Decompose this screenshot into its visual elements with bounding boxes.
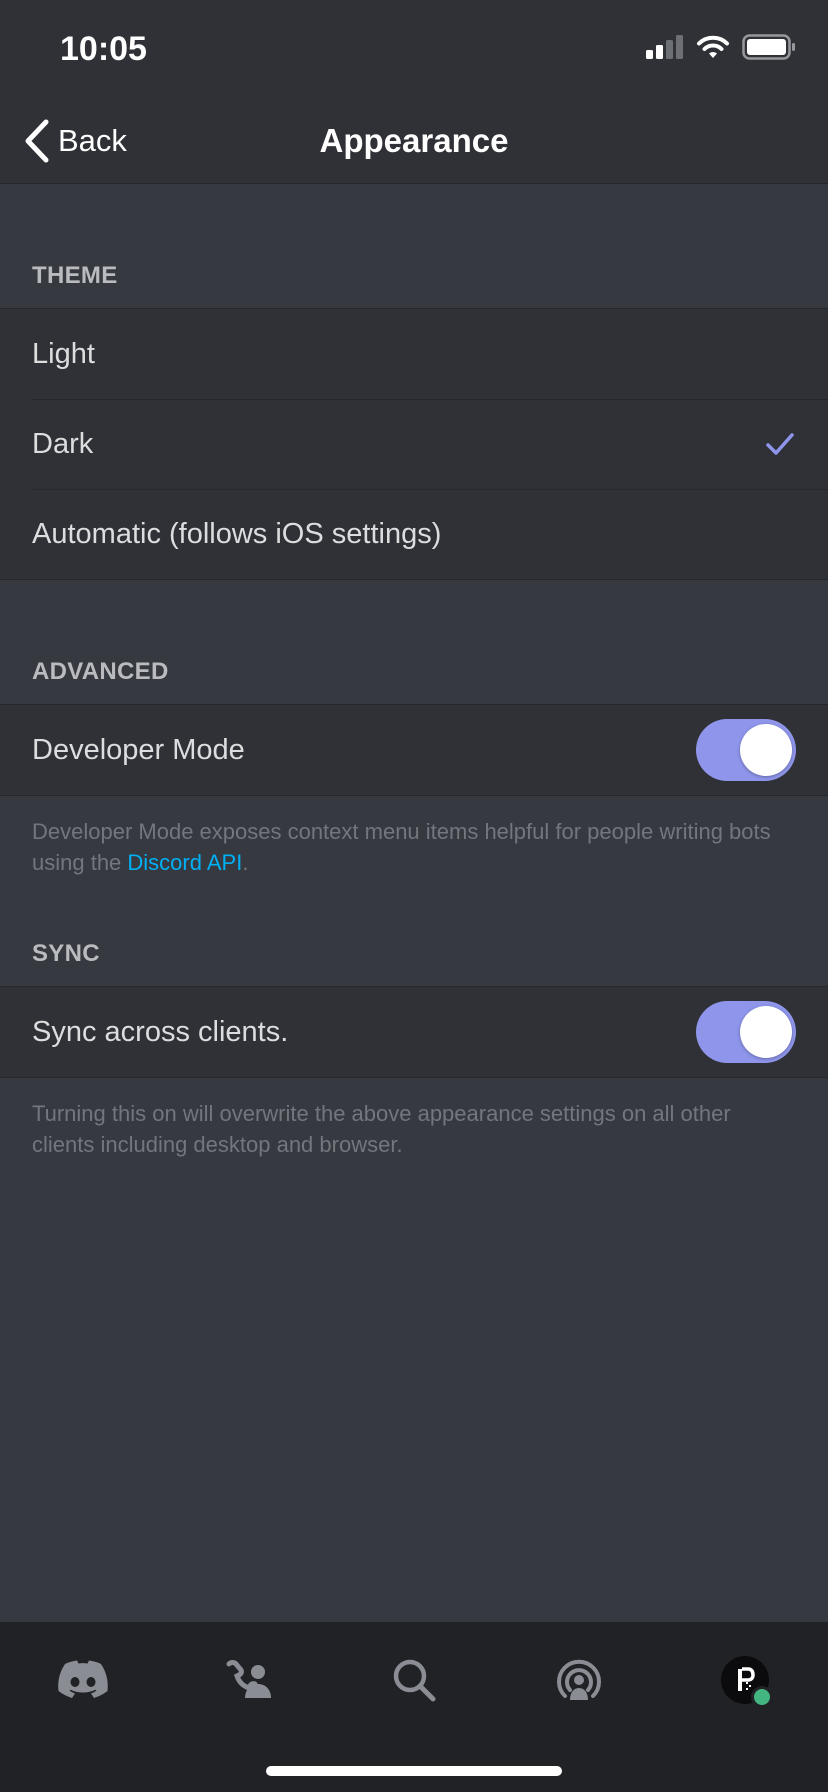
theme-option-light[interactable]: Light: [0, 309, 828, 399]
sync-across-clients-toggle[interactable]: [696, 1001, 796, 1063]
navigation-bar: Back Appearance: [0, 100, 828, 184]
sync-description: Turning this on will overwrite the above…: [32, 1101, 731, 1157]
developer-mode-description: Developer Mode exposes context menu item…: [0, 796, 828, 878]
sync-across-clients-label: Sync across clients.: [32, 1015, 289, 1048]
profile-avatar: [721, 1656, 773, 1708]
theme-option-label: Automatic (follows iOS settings): [32, 517, 442, 550]
sync-across-clients-row: Sync across clients.: [0, 987, 828, 1077]
status-bar: 10:05: [0, 0, 828, 100]
advanced-section-header: ADVANCED: [32, 658, 169, 685]
discord-home-icon: [58, 1660, 108, 1698]
theme-option-label: Dark: [32, 427, 94, 460]
sync-section-header: SYNC: [32, 940, 100, 967]
developer-mode-note-end: .: [242, 850, 249, 875]
developer-mode-row: Developer Mode: [0, 705, 828, 795]
battery-icon: [742, 34, 795, 60]
wifi-icon: [697, 35, 729, 58]
theme-options-group: Light Dark Automatic (follows iOS settin…: [0, 308, 828, 580]
theme-option-automatic[interactable]: Automatic (follows iOS settings): [0, 489, 828, 579]
page-title: Appearance: [319, 122, 509, 159]
developer-mode-label: Developer Mode: [32, 733, 245, 766]
theme-option-dark[interactable]: Dark: [0, 399, 828, 489]
mentions-icon: [557, 1659, 601, 1700]
toggle-knob: [740, 724, 792, 776]
home-indicator[interactable]: [266, 1766, 562, 1776]
developer-mode-toggle[interactable]: [696, 719, 796, 781]
settings-content: THEME Light Dark Automatic (follows iOS …: [0, 184, 828, 1160]
cellular-signal-icon: [646, 35, 683, 59]
search-icon: [393, 1659, 436, 1702]
theme-option-label: Light: [32, 337, 95, 370]
status-icons: [646, 34, 796, 60]
tab-friends[interactable]: [219, 1650, 279, 1710]
checkmark-icon: [766, 433, 794, 455]
bottom-tab-bar: [0, 1622, 828, 1792]
sync-group: Sync across clients.: [0, 986, 828, 1078]
discord-api-link[interactable]: Discord API: [127, 850, 242, 875]
online-status-indicator: [751, 1686, 773, 1708]
avatar-glyph-icon: [738, 1667, 755, 1691]
advanced-group: Developer Mode: [0, 704, 828, 796]
tab-search[interactable]: [384, 1650, 444, 1710]
theme-section-header: THEME: [32, 262, 118, 289]
friends-icon: [226, 1660, 271, 1698]
tab-mentions[interactable]: [549, 1650, 609, 1710]
tab-home[interactable]: [53, 1650, 113, 1710]
status-time: 10:05: [60, 30, 147, 68]
tab-profile[interactable]: [715, 1650, 775, 1710]
toggle-knob: [740, 1006, 792, 1058]
